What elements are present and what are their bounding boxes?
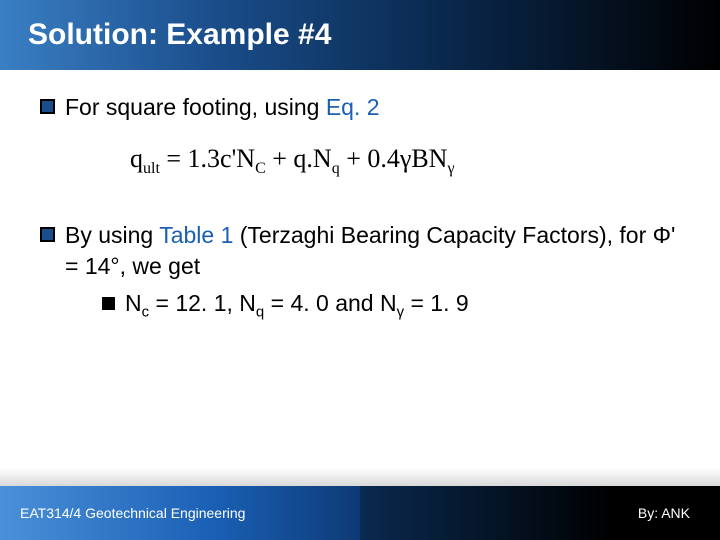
bullet-1-text: For square footing, using Eq. 2: [65, 92, 680, 123]
square-bullet-icon: [40, 99, 55, 114]
footer-author: By: ANK: [360, 486, 720, 540]
eq-link: Eq. 2: [326, 94, 380, 120]
bullet-item-1: For square footing, using Eq. 2: [40, 92, 680, 123]
footer-course: EAT314/4 Geotechnical Engineering: [0, 486, 360, 540]
bullet-2-prefix: By using: [65, 222, 159, 248]
sub-bullet-block: Nc = 12. 1, Nq = 4. 0 and Nγ = 1. 9: [92, 288, 680, 323]
bullet-2-text: By using Table 1 (Terzaghi Bearing Capac…: [65, 220, 680, 323]
square-bullet-solid-icon: [102, 297, 115, 310]
title-bar: Solution: Example #4: [0, 0, 720, 70]
sub-bullet-item: Nc = 12. 1, Nq = 4. 0 and Nγ = 1. 9: [102, 288, 680, 323]
square-bullet-icon: [40, 227, 55, 242]
slide-content: For square footing, using Eq. 2 qult = 1…: [0, 70, 720, 323]
bearing-factors: Nc = 12. 1, Nq = 4. 0 and Nγ = 1. 9: [125, 288, 469, 323]
footer: EAT314/4 Geotechnical Engineering By: AN…: [0, 486, 720, 540]
footer-gradient: [0, 468, 720, 486]
equation: qult = 1.3c'NC + q.Nq + 0.4γBNγ: [130, 141, 680, 180]
bullet-item-2: By using Table 1 (Terzaghi Bearing Capac…: [40, 220, 680, 323]
bullet-1-prefix: For square footing, using: [65, 94, 326, 120]
slide-title: Solution: Example #4: [28, 18, 331, 52]
table-link: Table 1: [159, 222, 240, 248]
